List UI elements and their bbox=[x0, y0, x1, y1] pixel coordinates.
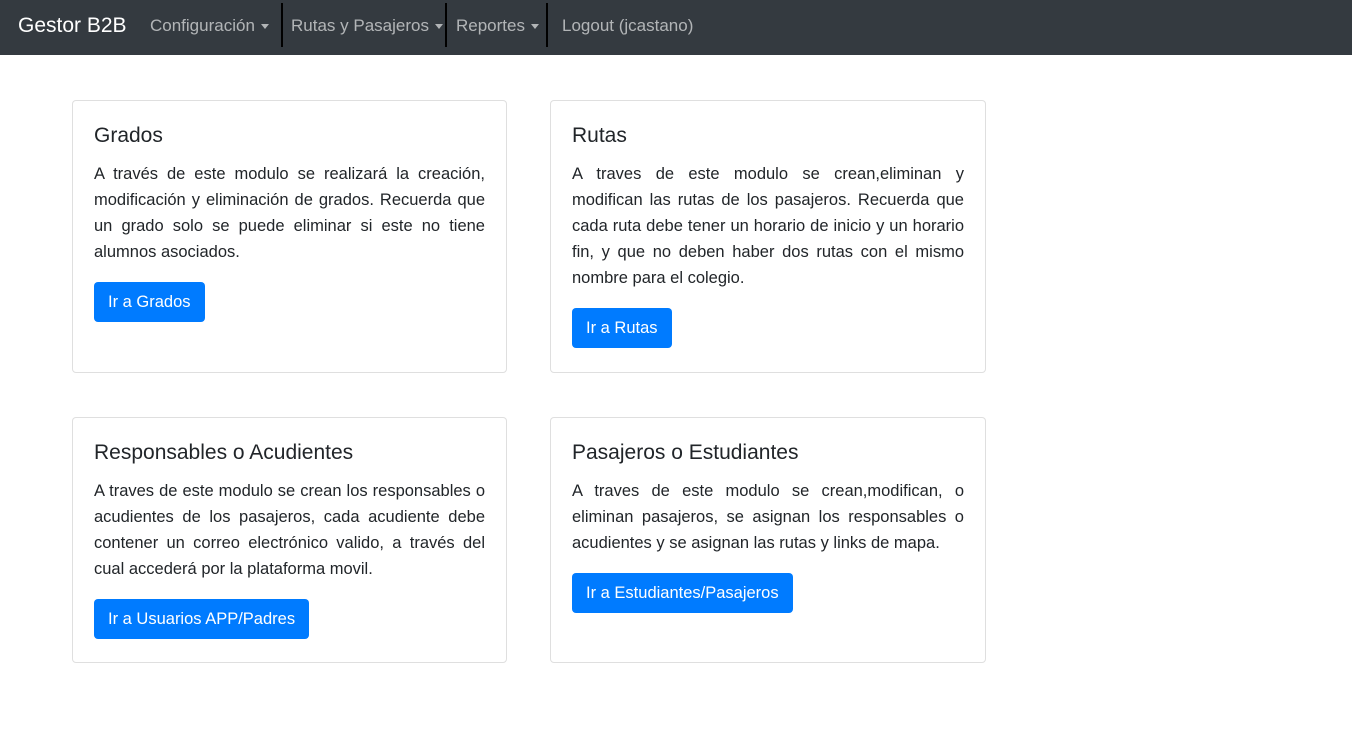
card-responsables: Responsables o Acudientes A traves de es… bbox=[72, 417, 507, 663]
nav-divider bbox=[445, 3, 447, 47]
chevron-down-icon bbox=[434, 23, 443, 29]
card-title: Grados bbox=[94, 124, 163, 147]
card-text: A traves de este modulo se crean,elimina… bbox=[572, 165, 964, 287]
go-grados-button[interactable]: Ir a Grados bbox=[94, 282, 205, 322]
navbar-brand[interactable]: Gestor B2B bbox=[18, 12, 127, 40]
card-title: Pasajeros o Estudiantes bbox=[572, 441, 799, 464]
nav-divider bbox=[281, 3, 283, 47]
nav-item-reportes-label: Reportes bbox=[456, 16, 525, 35]
card-grados: Grados A través de este modulo se realiz… bbox=[72, 100, 507, 373]
card-pasajeros: Pasajeros o Estudiantes A traves de este… bbox=[550, 417, 986, 663]
chevron-down-icon bbox=[260, 23, 269, 29]
card-text: A traves de este modulo se crean los res… bbox=[94, 482, 485, 578]
card-rutas: Rutas A traves de este modulo se crean,e… bbox=[550, 100, 986, 373]
card-text: A través de este modulo se realizará la … bbox=[94, 165, 485, 261]
card-text: A traves de este modulo se crean,modific… bbox=[572, 482, 964, 552]
nav-item-configuracion-label: Configuración bbox=[150, 16, 255, 35]
card-title: Responsables o Acudientes bbox=[94, 441, 354, 464]
nav-divider bbox=[546, 3, 548, 47]
top-navbar: Gestor B2B Configuración Rutas y Pasajer… bbox=[0, 0, 1352, 55]
go-usuarios-app-button[interactable]: Ir a Usuarios APP/Padres bbox=[94, 599, 310, 639]
go-estudiantes-button[interactable]: Ir a Estudiantes/Pasajeros bbox=[572, 573, 793, 613]
nav-item-rutas-pasajeros-label: Rutas y Pasajeros bbox=[291, 16, 429, 35]
nav-item-reportes[interactable]: Reportes bbox=[456, 14, 539, 38]
nav-item-rutas-pasajeros[interactable]: Rutas y Pasajeros bbox=[291, 14, 443, 38]
nav-item-logout[interactable]: Logout (jcastano) bbox=[562, 14, 693, 38]
chevron-down-icon bbox=[530, 23, 539, 29]
go-rutas-button[interactable]: Ir a Rutas bbox=[572, 308, 672, 348]
nav-item-configuracion[interactable]: Configuración bbox=[150, 14, 269, 38]
card-title: Rutas bbox=[572, 124, 627, 147]
